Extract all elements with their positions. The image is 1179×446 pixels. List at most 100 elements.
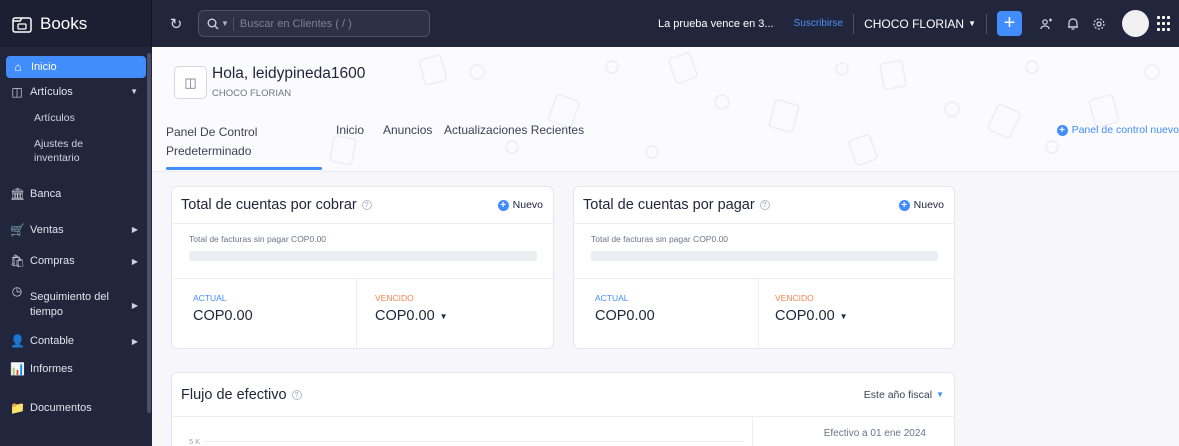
active-tab-indicator xyxy=(166,167,322,170)
chevron-down-icon: ▼ xyxy=(130,87,138,96)
bell-icon[interactable] xyxy=(1062,13,1084,35)
y-axis-tick: 5 K xyxy=(189,437,201,446)
receivables-overdue[interactable]: VENCIDO COP0.00 ▼ xyxy=(375,293,448,324)
divider xyxy=(574,278,954,279)
receivables-title: Total de cuentas por cobrar xyxy=(181,197,357,213)
overdue-value: COP0.00 xyxy=(375,308,435,324)
tab-actualizaciones[interactable]: Actualizaciones Recientes xyxy=(444,123,584,137)
payables-unpaid-text: Total de facturas sin pagar COP0.00 xyxy=(591,234,729,244)
caret-down-icon[interactable]: ▼ xyxy=(440,312,448,321)
greeting-org: CHOCO FLORIAN xyxy=(212,88,292,99)
sidebar-item-label: Ventas xyxy=(30,223,64,236)
plus-circle-icon: + xyxy=(1056,124,1068,136)
divider xyxy=(986,13,987,34)
quick-create-button[interactable]: + xyxy=(997,11,1022,36)
cart-icon: 🛒 xyxy=(10,222,25,237)
sidebar-item-ventas[interactable]: 🛒 Ventas ▶ xyxy=(0,213,152,246)
sidebar-item-compras[interactable]: 🛍 Compras ▶ xyxy=(0,246,152,276)
caret-down-icon[interactable]: ▼ xyxy=(840,312,848,321)
search-input[interactable] xyxy=(239,17,400,30)
tab-anuncios[interactable]: Anuncios xyxy=(383,123,432,137)
sidebar-item-label: Contable xyxy=(30,335,75,347)
period-label: Este año fiscal xyxy=(863,388,933,401)
receivables-unpaid-text: Total de facturas sin pagar COP0.00 xyxy=(189,234,327,244)
sidebar-item-articulos[interactable]: ◫ Artículos ▼ xyxy=(0,78,152,105)
payables-header: Total de cuentas por pagar ? + Nuevo xyxy=(574,187,954,224)
greeting: Hola, leidypineda1600 xyxy=(212,65,366,82)
top-bar: Books ↻ ▼ La prueba vence en 3... Suscri… xyxy=(0,0,1179,47)
sidebar-item-label: Seguimiento del tiempo xyxy=(30,291,109,318)
divider xyxy=(752,417,753,446)
cashflow-card: Flujo de efectivo ? Este año fiscal ▼ 5 … xyxy=(171,372,955,446)
main-content: ◫ Hola, leidypineda1600 CHOCO FLORIAN Pa… xyxy=(152,47,1179,446)
help-icon[interactable]: ? xyxy=(291,389,302,400)
tab-panel-de-control[interactable]: Panel De Control Predeterminado xyxy=(166,123,286,161)
receivables-new-button[interactable]: + Nuevo xyxy=(497,199,543,211)
payables-card: Total de cuentas por pagar ? + Nuevo Tot… xyxy=(573,186,955,349)
sidebar-item-inicio[interactable]: ⌂ Inicio xyxy=(6,56,146,78)
sidebar-subitem-articulos[interactable]: Artículos xyxy=(0,105,152,131)
brand[interactable]: Books xyxy=(0,0,152,47)
chevron-right-icon: ▶ xyxy=(131,336,138,346)
accountant-icon: 👤 xyxy=(10,334,25,348)
receivables-actual: ACTUAL COP0.00 xyxy=(193,293,253,324)
refresh-icon[interactable]: ↻ xyxy=(166,14,186,34)
items-icon: ◫ xyxy=(11,84,23,99)
sidebar-item-label: Compras xyxy=(30,255,75,267)
new-dashboard-label: Panel de control nuevo xyxy=(1071,124,1179,136)
gridline xyxy=(204,441,744,442)
brand-name: Books xyxy=(40,13,88,33)
sidebar-item-label: Informes xyxy=(30,363,73,375)
subscribe-link[interactable]: Suscribirse xyxy=(794,18,843,29)
search-box[interactable]: ▼ xyxy=(198,10,430,37)
cashflow-header: Flujo de efectivo ? Este año fiscal ▼ xyxy=(172,373,954,417)
divider xyxy=(853,13,855,34)
sidebar-item-label: Artículos xyxy=(30,85,73,98)
sidebar: ⌂ Inicio ◫ Artículos ▼ Artículos Ajustes… xyxy=(0,47,152,446)
chevron-down-icon[interactable]: ▼ xyxy=(221,19,229,28)
help-icon[interactable]: ? xyxy=(361,200,372,210)
chevron-down-icon: ▼ xyxy=(968,19,976,28)
new-label: Nuevo xyxy=(913,199,944,211)
referral-icon[interactable] xyxy=(1036,13,1058,35)
sidebar-item-seguimiento[interactable]: ◷ Seguimiento del tiempo ▶ xyxy=(0,276,152,328)
overdue-value-row: COP0.00 ▼ xyxy=(375,308,448,324)
sidebar-item-label: Inicio xyxy=(31,61,57,73)
period-dropdown[interactable]: Este año fiscal ▼ xyxy=(864,389,944,401)
org-switcher[interactable]: CHOCO FLORIAN ▼ xyxy=(864,17,976,31)
divider xyxy=(172,278,553,279)
payables-title: Total de cuentas por pagar xyxy=(583,197,755,213)
actual-label: ACTUAL xyxy=(193,293,227,303)
payables-new-button[interactable]: + Nuevo xyxy=(898,199,944,211)
sidebar-item-informes[interactable]: 📊 Informes xyxy=(0,354,152,384)
divider xyxy=(356,279,357,348)
payables-progress-bar xyxy=(591,251,938,261)
actual-value: COP0.00 xyxy=(595,308,655,324)
organization-icon: ◫ xyxy=(174,66,207,99)
sidebar-item-documentos[interactable]: 📁 Documentos xyxy=(0,384,152,420)
help-icon[interactable]: ? xyxy=(759,200,770,210)
overdue-value-row: COP0.00 ▼ xyxy=(775,308,848,324)
payables-overdue[interactable]: VENCIDO COP0.00 ▼ xyxy=(775,293,848,324)
tab-inicio[interactable]: Inicio xyxy=(336,123,364,137)
timer-icon: ◷ xyxy=(11,284,23,298)
new-dashboard-link[interactable]: + Panel de control nuevo xyxy=(1056,124,1179,136)
overdue-label: VENCIDO xyxy=(775,293,814,303)
sidebar-item-banca[interactable]: 🏛 Banca xyxy=(0,175,152,213)
receivables-header: Total de cuentas por cobrar ? + Nuevo xyxy=(172,187,553,224)
divider xyxy=(758,279,759,348)
gear-icon[interactable] xyxy=(1088,13,1110,35)
plus-circle-icon: + xyxy=(497,199,509,211)
sidebar-item-contable[interactable]: 👤 Contable ▶ xyxy=(0,328,152,354)
cash-as-of: Efectivo a 01 ene 2024 xyxy=(823,428,926,439)
receivables-card: Total de cuentas por cobrar ? + Nuevo To… xyxy=(171,186,554,349)
apps-grid-icon[interactable] xyxy=(1157,15,1173,32)
sidebar-subitem-ajustes[interactable]: Ajustes de inventario xyxy=(0,131,120,175)
sidebar-item-label: Documentos xyxy=(30,402,92,414)
folder-icon: 📁 xyxy=(10,401,25,415)
chevron-right-icon: ▶ xyxy=(131,256,138,266)
home-icon: ⌂ xyxy=(14,60,22,74)
avatar[interactable] xyxy=(1122,10,1149,37)
cashflow-title: Flujo de efectivo xyxy=(181,386,287,403)
dashboard-header: ◫ Hola, leidypineda1600 CHOCO FLORIAN Pa… xyxy=(152,47,1179,172)
